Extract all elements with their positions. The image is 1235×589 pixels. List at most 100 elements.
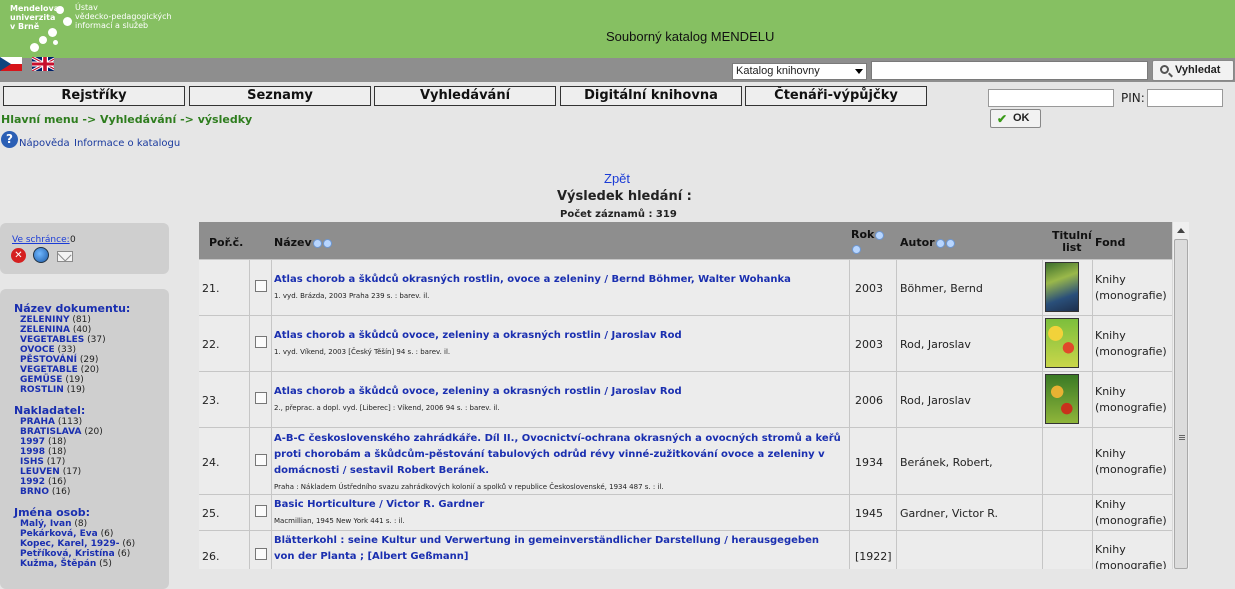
ok-button[interactable]: ✔ OK [990,109,1041,128]
logo-dot [63,17,72,26]
facet-item[interactable]: ISHS (17) [20,457,65,467]
export-globe-icon[interactable] [33,247,49,263]
tab-lists[interactable]: Seznamy [189,86,371,106]
row-checkbox[interactable] [255,548,267,560]
facet-item[interactable]: 1998 (18) [20,447,66,457]
facet-item[interactable]: Petříková, Kristína (6) [20,549,130,559]
column-header-author: Autor [900,236,955,249]
sort-desc-icon[interactable] [322,238,332,248]
tab-registers[interactable]: Rejstříky [3,86,185,106]
facet-item[interactable]: 1997 (18) [20,437,66,447]
help-icon[interactable]: ? [1,131,18,148]
sort-asc-icon[interactable] [875,230,885,240]
record-fond: Knihy (monografie) [1095,329,1167,358]
facet-item[interactable]: ZELENINA (40) [20,325,91,335]
results-heading: Výsledek hledání : [557,189,692,204]
record-year: 2003 [855,338,883,351]
row-checkbox[interactable] [255,336,267,348]
facet-item[interactable]: GEMÜSE (19) [20,375,84,385]
facet-item[interactable]: Pekárková, Eva (6) [20,529,113,539]
facet-item[interactable]: VEGETABLES (37) [20,335,106,345]
cover-thumbnail[interactable] [1045,262,1079,312]
record-title-link[interactable]: A-B-C československého zahrádkáře. Díl I… [274,431,842,479]
logo-dot [53,40,58,45]
site-header: Mendelova univerzita v Brně Ústav vědeck… [0,0,1235,58]
uk-flag-icon[interactable] [32,57,54,71]
facet-item[interactable]: VEGETABLE (20) [20,365,99,375]
record-title-link[interactable]: Basic Horticulture / Victor R. Gardner [274,497,842,513]
record-year: 1934 [855,456,883,469]
search-input[interactable] [871,61,1148,80]
tab-search[interactable]: Vyhledávání [374,86,556,106]
row-checkbox[interactable] [255,454,267,466]
search-icon [1160,65,1169,74]
sort-desc-icon[interactable] [852,244,861,254]
facet-item[interactable]: Malý, Ivan (8) [20,519,87,529]
row-number: 25. [202,507,220,520]
facet-item[interactable]: ROSTLIN (19) [20,385,85,395]
university-logo[interactable]: Mendelova univerzita v Brně Ústav vědeck… [0,0,190,58]
help-link[interactable]: Nápověda [19,138,70,149]
catalog-select[interactable]: Katalog knihovny [732,63,867,80]
clear-basket-icon[interactable]: ✕ [11,248,26,263]
cover-thumbnail[interactable] [1045,374,1079,424]
email-icon[interactable] [57,251,73,262]
search-button[interactable]: Vyhledat [1152,60,1234,81]
tab-digital-library[interactable]: Digitální knihovna [560,86,742,106]
record-author: Böhmer, Bernd [900,282,983,295]
facet-item[interactable]: BRATISLAVA (20) [20,427,103,437]
row-number: 22. [202,338,220,351]
tab-readers-loans[interactable]: Čtenáři-výpůjčky [745,86,927,106]
scroll-up-icon[interactable] [1177,228,1185,233]
breadcrumb[interactable]: Hlavní menu -> Vyhledávání -> výsledky [1,113,252,126]
basket-panel: Ve schránce: 0 ✕ [0,223,169,274]
facet-item[interactable]: Kopec, Karel, 1929- (6) [20,539,135,549]
back-link[interactable]: Zpět [604,171,630,186]
sort-asc-icon[interactable] [312,238,322,248]
facets-panel: Název dokumentu: ZELENINY (81) ZELENINA … [0,289,169,589]
record-title-link[interactable]: Blätterkohl : seine Kultur und Verwertun… [274,533,842,565]
logo-dot [30,43,39,52]
czech-flag-icon[interactable] [0,57,22,71]
chevron-down-icon [855,69,863,74]
login-field[interactable] [988,89,1114,107]
record-title-link[interactable]: Atlas chorob a škůdců okrasných rostlin,… [274,272,842,288]
logo-dot [39,36,47,44]
search-button-label: Vyhledat [1175,64,1221,76]
facet-item[interactable]: ZELENINY (81) [20,315,91,325]
basket-link[interactable]: Ve schránce: [12,235,70,245]
checkmark-icon: ✔ [997,112,1008,126]
sort-asc-icon[interactable] [935,238,945,248]
facet-item[interactable]: OVOCE (33) [20,345,76,355]
results-scrollbar[interactable] [1172,222,1189,569]
catalog-info-link[interactable]: Informace o katalogu [74,138,180,149]
facet-heading-title: Název dokumentu: [14,302,131,315]
record-author: Rod, Jaroslav [900,394,971,407]
record-year: 2006 [855,394,883,407]
table-row: 23. Atlas chorob a škůdců ovoce, zelenin… [199,371,1172,427]
row-checkbox[interactable] [255,392,267,404]
facet-item[interactable]: LEUVEN (17) [20,467,81,477]
record-fond: Knihy (monografie) [1095,498,1167,527]
facet-heading-publisher: Nakladatel: [14,404,86,417]
pin-field[interactable] [1147,89,1223,107]
row-checkbox[interactable] [255,280,267,292]
facet-item[interactable]: PĚSTOVÁNÍ (29) [20,355,98,365]
record-author: Gardner, Victor R. [900,507,999,520]
facet-item[interactable]: Kužma, Štěpán (5) [20,559,112,569]
row-checkbox[interactable] [255,505,267,517]
facet-item[interactable]: 1992 (16) [20,477,66,487]
sort-desc-icon[interactable] [945,238,955,248]
table-row: 26. Blätterkohl : seine Kultur und Verwe… [199,530,1172,569]
record-title-link[interactable]: Atlas chorob a škůdců ovoce, zeleniny a … [274,328,842,344]
record-title-link[interactable]: Atlas chorob a škůdců ovoce, zeleniny a … [274,384,842,400]
ok-button-label: OK [1013,112,1030,124]
row-number: 24. [202,456,220,469]
facet-item[interactable]: BRNO (16) [20,487,70,497]
facet-item[interactable]: PRAHA (113) [20,417,82,427]
scrollbar-thumb[interactable] [1174,239,1188,569]
column-header-number: Poř.č. [209,236,244,249]
cover-thumbnail[interactable] [1045,318,1079,368]
column-header-title: Název [274,236,332,249]
record-imprint: 1. vyd. Víkend, 2003 [Český Těšín] 94 s.… [274,348,451,356]
